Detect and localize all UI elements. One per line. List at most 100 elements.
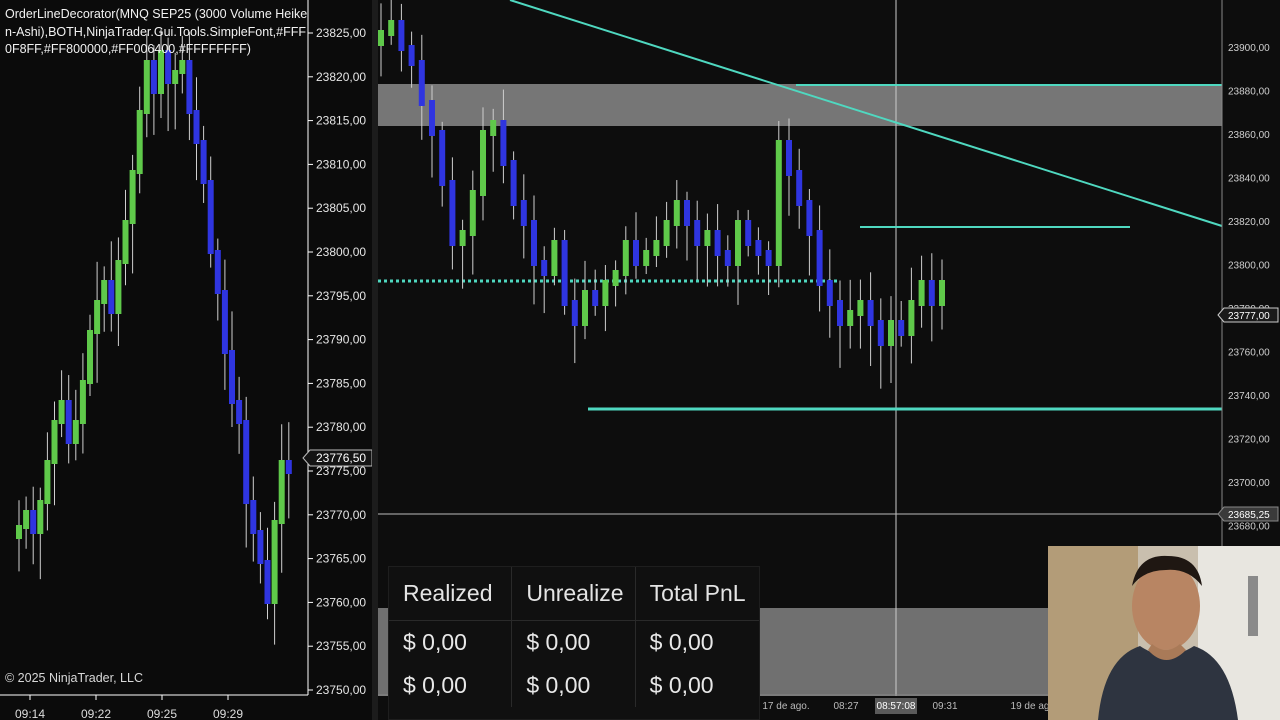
pnl-header-unrealized[interactable]: Unrealize bbox=[512, 567, 636, 620]
candle-body bbox=[129, 170, 136, 224]
webcam-person-image bbox=[1048, 546, 1280, 720]
candle-body bbox=[94, 300, 101, 334]
candle-body bbox=[520, 200, 527, 226]
candle-body bbox=[857, 300, 864, 316]
candle-body bbox=[229, 350, 235, 404]
pnl-header-realized[interactable]: Realized bbox=[389, 567, 513, 620]
price-tick-label: 23820,00 bbox=[316, 70, 366, 84]
price-tick-label: 23810,00 bbox=[316, 157, 366, 171]
candle-body bbox=[37, 500, 44, 534]
crosshair-time-label: 08:57:08 bbox=[877, 701, 916, 712]
price-tick-label: 23805,00 bbox=[316, 201, 366, 215]
candle-body bbox=[775, 140, 782, 266]
price-tick-label: 23860,00 bbox=[1228, 130, 1270, 141]
time-tick-label: 09:25 bbox=[147, 707, 177, 720]
candle-body bbox=[193, 110, 200, 144]
candle-body bbox=[490, 120, 497, 136]
candle-body bbox=[65, 400, 72, 444]
pnl-unrealized-value: $ 0,00 bbox=[512, 621, 636, 664]
time-tick-label: 09:14 bbox=[15, 707, 45, 720]
left-candle-chart[interactable]: 23825,00 23820,00 23815,00 23810,00 23805,00… bbox=[0, 0, 372, 720]
price-tick-label: 23840,00 bbox=[1228, 174, 1270, 185]
time-tick-label: 09:22 bbox=[81, 707, 111, 720]
pnl-table: Realized Unrealize Total PnL $ 0,00 $ 0,… bbox=[388, 566, 760, 720]
price-tick-label: 23755,00 bbox=[316, 639, 366, 653]
candle-body bbox=[143, 60, 150, 114]
candle-body bbox=[243, 420, 250, 504]
candle-body bbox=[928, 280, 935, 306]
candle-body bbox=[602, 280, 609, 306]
pnl-header-total[interactable]: Total PnL bbox=[636, 567, 759, 620]
supply-zone bbox=[378, 84, 1222, 126]
left-chart-panel[interactable]: 23825,00 23820,00 23815,00 23810,00 23805,00… bbox=[0, 0, 372, 720]
candle-body bbox=[115, 260, 122, 314]
price-tick-label: 23785,00 bbox=[316, 376, 366, 390]
copyright-text: © 2025 NinjaTrader, LLC bbox=[5, 671, 143, 685]
candle-body bbox=[439, 130, 446, 186]
pnl-total-value: $ 0,00 bbox=[649, 672, 714, 698]
candle-body bbox=[837, 300, 843, 326]
price-tick-label: 23815,00 bbox=[316, 114, 366, 128]
current-price-label: 23776,50 bbox=[316, 451, 366, 465]
price-tick-label: 23700,00 bbox=[1228, 478, 1270, 489]
table-row: $ 0,00 $ 0,00 $ 0,00 bbox=[389, 664, 759, 707]
candle-body bbox=[918, 280, 925, 306]
candle-body bbox=[23, 510, 30, 529]
candle-body bbox=[58, 400, 65, 424]
current-price-label: 23777,00 bbox=[1228, 311, 1270, 322]
candle-body bbox=[908, 300, 915, 336]
candle-body bbox=[551, 240, 558, 276]
candle-body bbox=[653, 240, 660, 256]
candle-body bbox=[418, 60, 425, 106]
candle-body bbox=[531, 220, 537, 266]
candle-body bbox=[378, 30, 384, 46]
candle-body bbox=[877, 320, 884, 346]
candle-body bbox=[745, 220, 752, 246]
candle-body bbox=[79, 380, 86, 424]
candle-body bbox=[16, 525, 22, 539]
candle-body bbox=[388, 20, 395, 36]
price-tick-label: 23790,00 bbox=[316, 333, 366, 347]
candle-body bbox=[186, 60, 193, 114]
candle-body bbox=[236, 400, 243, 424]
time-tick-label: 19 de ag bbox=[1011, 701, 1050, 712]
time-tick-label: 08:27 bbox=[833, 701, 858, 712]
price-tick-label: 23780,00 bbox=[316, 420, 366, 434]
candle-body bbox=[888, 320, 894, 346]
candle-body bbox=[480, 130, 486, 196]
candle-body bbox=[765, 250, 772, 266]
candle-body bbox=[459, 230, 466, 246]
price-tick-label: 23680,00 bbox=[1228, 522, 1270, 533]
candle-body bbox=[643, 250, 650, 266]
pnl-realized-value: $ 0,00 bbox=[389, 621, 513, 664]
time-tick-label: 17 de ago. bbox=[762, 701, 809, 712]
time-tick-label: 09:31 bbox=[932, 701, 957, 712]
candle-body bbox=[449, 180, 456, 246]
candle-body bbox=[714, 230, 721, 256]
candle-body bbox=[398, 20, 405, 51]
candle-body bbox=[469, 190, 476, 236]
webcam-overlay bbox=[1048, 546, 1280, 720]
price-tick-label: 23750,00 bbox=[316, 683, 366, 697]
candle-body bbox=[582, 290, 588, 326]
time-tick-label: 09:29 bbox=[213, 707, 243, 720]
table-row: $ 0,00 $ 0,00 $ 0,00 bbox=[389, 621, 759, 664]
candle-body bbox=[898, 320, 905, 336]
candle-body bbox=[429, 100, 435, 136]
price-tick-label: 23765,00 bbox=[316, 552, 366, 566]
candle-body bbox=[612, 270, 619, 286]
candle-body bbox=[592, 290, 599, 306]
candle-body bbox=[571, 300, 578, 326]
candle-body bbox=[278, 460, 285, 524]
price-tick-label: 23795,00 bbox=[316, 289, 366, 303]
candle-body bbox=[72, 420, 79, 444]
candle-body bbox=[87, 330, 93, 384]
candle-body bbox=[250, 500, 257, 534]
candle-body bbox=[796, 170, 803, 206]
candle-body bbox=[561, 240, 568, 306]
price-tick-label: 23740,00 bbox=[1228, 391, 1270, 402]
candle-body bbox=[724, 250, 731, 266]
candle-body bbox=[786, 140, 792, 176]
candle-body bbox=[806, 200, 813, 236]
price-tick-label: 23770,00 bbox=[316, 508, 366, 522]
